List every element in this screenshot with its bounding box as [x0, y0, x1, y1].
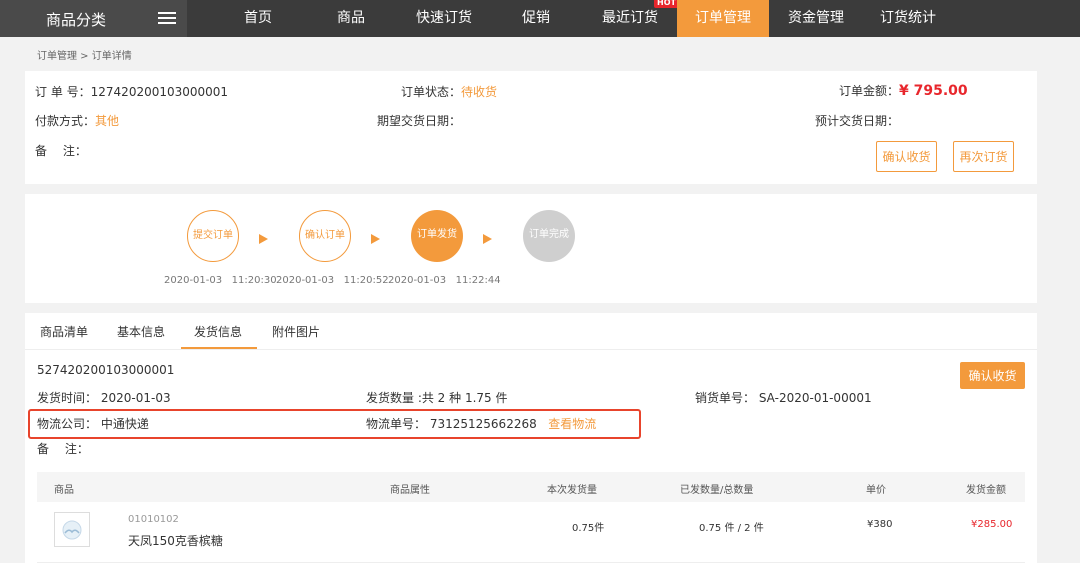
order-progress-panel: 提交订单 确认订单 订单发货 订单完成 2020-01-03 11:20:30 …	[25, 194, 1037, 303]
nav-item-products[interactable]: 商品	[315, 0, 387, 37]
tab-divider	[25, 349, 1037, 350]
col-ship-qty: 本次发货量	[547, 485, 597, 496]
estimated-delivery-date: 预计交货日期：	[815, 114, 900, 128]
arrow-right-icon	[371, 234, 380, 244]
product-thumbnail[interactable]	[54, 512, 90, 547]
category-menu[interactable]: 商品分类	[0, 0, 187, 37]
product-name[interactable]: 天凤150克香槟糖	[128, 532, 223, 549]
order-status: 订单状态：待收货	[401, 85, 498, 99]
tab-basic-info[interactable]: 基本信息	[117, 323, 165, 340]
reorder-button[interactable]: 再次订货	[953, 141, 1014, 172]
order-no: 订 单 号：127420200103000001	[35, 85, 229, 99]
product-code: 01010102	[128, 514, 179, 525]
step-shipped: 订单发货	[411, 210, 463, 262]
ship-qty-value: 0.75件	[572, 523, 605, 534]
nav-item-statistics[interactable]: 订货统计	[868, 0, 948, 37]
order-info-panel: 订 单 号：127420200103000001 订单状态：待收货 订单金额：¥…	[25, 71, 1037, 184]
col-ship-amount: 发货金额	[966, 485, 1006, 496]
table-row: 01010102 天凤150克香槟糖 0.75件 0.75 件 / 2 件 ¥3…	[37, 502, 1025, 563]
col-attributes: 商品属性	[390, 485, 430, 496]
nav-item-order-management[interactable]: 订单管理	[677, 0, 769, 37]
top-nav: 商品分类 首页 商品 快速订货 促销 最近订货 HOT 订单管理 资金管理 订货…	[0, 0, 1080, 37]
sales-slip-no: 销货单号： SA-2020-01-00001	[695, 391, 872, 405]
step-submit-order: 提交订单	[187, 210, 239, 262]
confirm-receipt-button[interactable]: 确认收货	[876, 141, 937, 172]
shipment-no: 527420200103000001	[37, 363, 175, 377]
step-timestamp: 2020-01-03 11:20:52	[276, 275, 389, 286]
highlight-box	[28, 409, 641, 439]
tab-attachments[interactable]: 附件图片	[272, 323, 320, 340]
unit-price-value: ¥380	[867, 519, 893, 530]
order-amount: 订单金额：¥ 795.00	[839, 83, 968, 99]
image-placeholder-icon	[62, 520, 82, 540]
shipment-confirm-button[interactable]: 确认收货	[960, 362, 1025, 389]
nav-item-home[interactable]: 首页	[222, 0, 294, 37]
nav-item-quick-order[interactable]: 快速订货	[404, 0, 484, 37]
step-timestamp: 2020-01-03 11:22:44	[388, 275, 501, 286]
hamburger-icon[interactable]	[158, 12, 176, 25]
hot-badge: HOT	[654, 0, 679, 8]
tab-product-list[interactable]: 商品清单	[40, 323, 88, 340]
nav-item-promotion[interactable]: 促销	[500, 0, 572, 37]
breadcrumb[interactable]: 订单管理 > 订单详情	[37, 47, 132, 62]
pay-method: 付款方式：其他	[35, 114, 120, 128]
tab-shipping-info[interactable]: 发货信息	[194, 323, 242, 340]
arrow-right-icon	[483, 234, 492, 244]
ship-amount-value: ¥285.00	[971, 519, 1013, 530]
sent-total-value: 0.75 件 / 2 件	[699, 523, 764, 534]
expected-delivery-date: 期望交货日期：	[377, 114, 462, 128]
step-timestamp: 2020-01-03 11:20:30	[164, 275, 277, 286]
arrow-right-icon	[259, 234, 268, 244]
category-label: 商品分类	[46, 11, 107, 29]
col-sent-total: 已发数量/总数量	[680, 485, 754, 496]
ship-quantity: 发货数量 :共 2 种 1.75 件	[366, 391, 508, 405]
nav-item-funds[interactable]: 资金管理	[776, 0, 856, 37]
table-header: 商品 商品属性 本次发货量 已发数量/总数量 单价 发货金额	[37, 472, 1025, 502]
ship-time: 发货时间： 2020-01-03	[37, 391, 171, 405]
ship-remark: 备 注：	[37, 442, 89, 456]
col-product: 商品	[54, 485, 74, 496]
order-remark: 备 注：	[35, 144, 87, 158]
step-confirm-order: 确认订单	[299, 210, 351, 262]
step-complete: 订单完成	[523, 210, 575, 262]
col-unit-price: 单价	[866, 485, 886, 496]
